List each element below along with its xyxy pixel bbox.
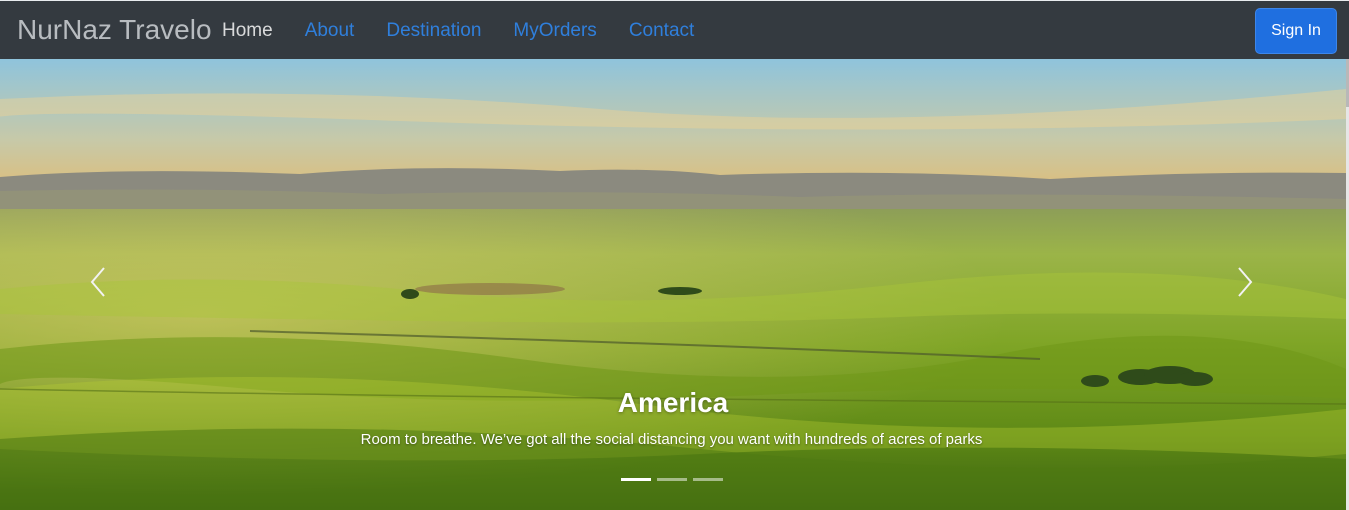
- chevron-left-icon: [90, 267, 105, 297]
- carousel-indicator-2[interactable]: [657, 478, 687, 481]
- nav-link-about[interactable]: About: [305, 20, 355, 42]
- nav-link-home[interactable]: Home: [222, 20, 273, 42]
- chevron-right-icon: [1238, 267, 1253, 297]
- slide-title: America: [617, 387, 729, 418]
- carousel-indicator-3[interactable]: [693, 478, 723, 481]
- nav-link-destination[interactable]: Destination: [386, 20, 481, 42]
- nav-link-contact[interactable]: Contact: [629, 20, 694, 42]
- nav-link-myorders[interactable]: MyOrders: [513, 20, 596, 42]
- navbar: NurNaz Travelo Home About Destination My…: [0, 0, 1349, 59]
- carousel-prev-button[interactable]: [78, 252, 118, 312]
- sign-in-button[interactable]: Sign In: [1255, 8, 1337, 54]
- nav-links: Home About Destination MyOrders Contact: [222, 20, 726, 42]
- carousel-indicators: [621, 478, 723, 481]
- brand-logo[interactable]: NurNaz Travelo: [17, 14, 212, 46]
- carousel-indicator-1[interactable]: [621, 478, 651, 481]
- slide-caption: Room to breathe. We’ve got all the socia…: [360, 431, 983, 448]
- hero-carousel: America Room to breathe. We’ve got all t…: [0, 59, 1346, 510]
- carousel-next-button[interactable]: [1225, 252, 1265, 312]
